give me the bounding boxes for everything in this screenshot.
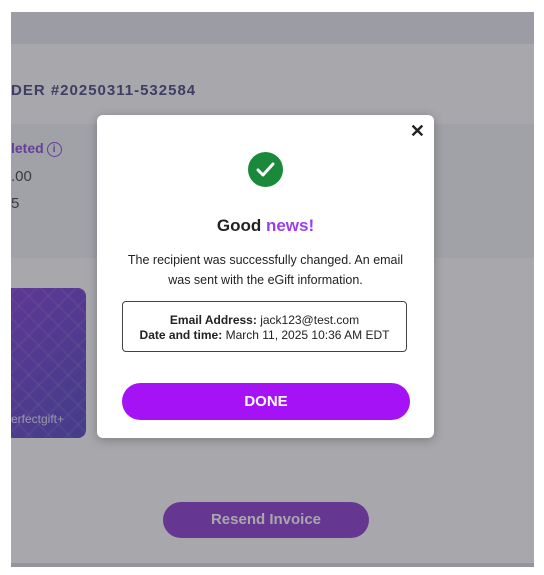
success-check-icon xyxy=(248,152,283,187)
modal-message: The recipient was successfully changed. … xyxy=(127,253,404,287)
headline-prefix: Good xyxy=(216,216,262,235)
close-icon[interactable]: ✕ xyxy=(410,121,425,142)
checkmark-icon xyxy=(256,162,275,177)
done-button[interactable]: DONE xyxy=(122,383,410,420)
headline-accent: news! xyxy=(265,216,315,235)
modal-headline: Good news! xyxy=(97,216,434,236)
date-line: Date and time: March 11, 2025 10:36 AM E… xyxy=(123,328,406,343)
date-label: Date and time: xyxy=(139,328,223,342)
email-value: jack123@test.com xyxy=(260,313,360,327)
email-label: Email Address: xyxy=(169,313,257,327)
recipient-info-box: Email Address: jack123@test.com Date and… xyxy=(122,301,407,352)
date-value: March 11, 2025 10:36 AM EDT xyxy=(225,328,390,342)
success-modal: ✕ Good news! The recipient was successfu… xyxy=(97,115,434,438)
email-line: Email Address: jack123@test.com xyxy=(123,313,406,328)
